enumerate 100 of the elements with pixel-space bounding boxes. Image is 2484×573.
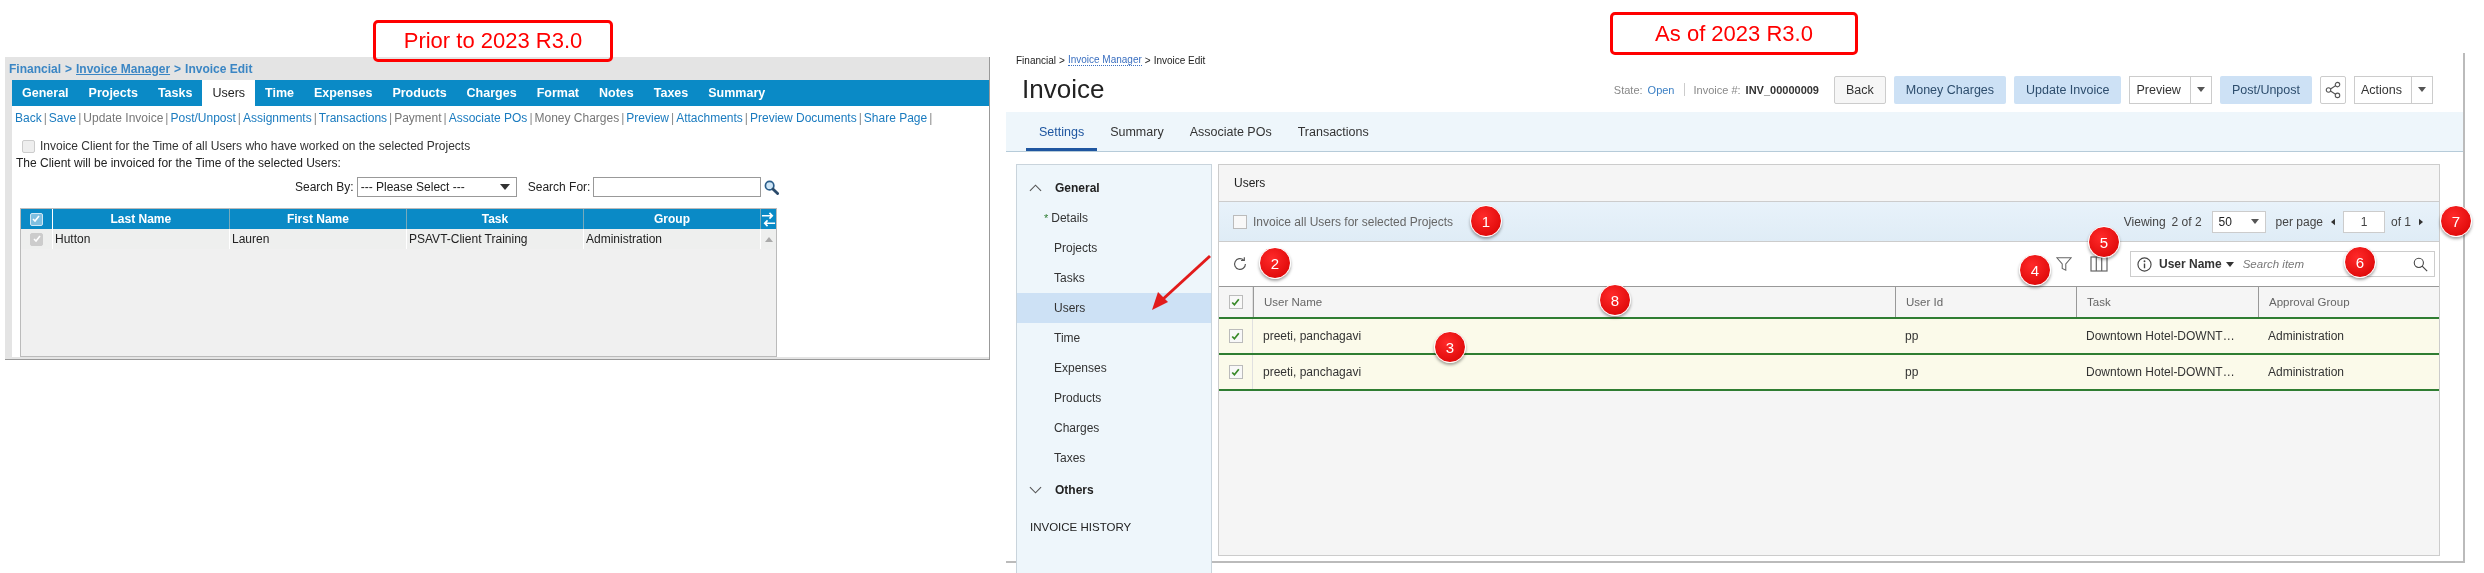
invoice-number: INV_00000009 [1745,83,1819,96]
table-cell: PSAVT-Client Training [407,229,584,249]
checkbox[interactable] [1233,214,1247,229]
caret-icon[interactable] [2225,261,2234,267]
column-header[interactable]: User Id [1895,287,2076,317]
table-cell: Administration [2268,365,2345,379]
search-by-label: Search By: [295,180,354,194]
sidebar-item[interactable]: Charges [1017,413,1211,443]
tab[interactable]: Users [202,80,256,106]
tab[interactable]: Settings [1026,112,1098,151]
sidebar-item[interactable]: * Details [1017,203,1211,233]
chevron-icon[interactable] [1029,486,1042,494]
row-checkbox[interactable] [1228,329,1243,343]
action-link[interactable]: Share Page [863,111,928,125]
row-checkbox[interactable] [30,232,43,246]
tab[interactable]: Expenses [304,80,383,106]
previous-page-icon[interactable] [2331,217,2335,226]
version-label: Prior to 2023 R3.0 [373,20,613,62]
select-all-checkbox[interactable] [1228,295,1243,309]
tab[interactable]: Summary [1097,112,1177,151]
search-by-select[interactable]: --- Please Select --- [356,177,517,197]
tab[interactable]: Notes [589,80,644,106]
link-separator: | [443,111,447,125]
sidebar-item[interactable]: Users [1017,293,1211,323]
group-title[interactable]: Others [1055,483,1094,497]
tab[interactable]: Transactions [1284,112,1382,151]
page-size-select[interactable]: 50 [2211,210,2266,233]
action-button[interactable]: Update Invoice [2014,75,2122,104]
instruction-text: The Client will be invoiced for the Time of the selected Users: [15,155,342,172]
breadcrumb-separator: > [174,61,182,76]
group-title[interactable]: General [1055,181,1100,195]
tab[interactable]: Products [382,80,457,106]
action-link[interactable]: Attachments [676,111,743,125]
caret-icon[interactable] [499,184,510,190]
link-separator: | [529,111,533,125]
action-link[interactable]: Transactions [318,111,388,125]
state-label: State: [1613,83,1643,96]
checkbox-label: Invoice Client for the Time of all Users who have worked on the selected Projects [40,139,471,153]
row-checkbox[interactable] [1228,365,1243,379]
action-link[interactable]: Post/Unpost [170,111,236,125]
link-separator: | [929,111,933,125]
search-field[interactable] [593,177,762,197]
sidebar-item[interactable]: Time [1017,323,1211,353]
table-cell: Downtown Hotel-DOWNT… [2086,329,2235,343]
action-link[interactable]: Preview [626,111,670,125]
action-link[interactable]: Back [15,111,42,125]
section-title[interactable]: INVOICE HISTORY [1017,521,1211,533]
tab[interactable]: Associate POs [1176,112,1285,151]
refresh-icon[interactable] [1231,255,1249,273]
breadcrumb-link[interactable]: Invoice Manager [76,61,171,76]
column-header[interactable]: Task [2076,287,2258,317]
breadcrumb-item: Invoice Edit [185,61,253,76]
tab[interactable]: Tasks [147,80,203,106]
filter-icon[interactable] [2056,256,2072,272]
table-cell: Administration [2268,329,2345,343]
back-button[interactable]: Back [1834,75,1886,104]
table-cell: Downtown Hotel-DOWNT… [2086,365,2235,379]
caret-icon[interactable] [2250,219,2259,224]
sidebar-item[interactable]: Products [1017,383,1211,413]
action-link[interactable]: Preview Documents [750,111,857,125]
page-count: of 1 [2391,214,2411,229]
link-separator: | [389,111,393,125]
tab[interactable]: Summary [698,80,776,106]
tab[interactable]: Taxes [643,80,699,106]
sidebar-item[interactable]: Taxes [1017,443,1211,473]
columns-icon[interactable] [2090,255,2108,273]
link-separator: | [165,111,169,125]
info-icon[interactable] [2137,256,2152,272]
action-link[interactable]: Associate POs [448,111,528,125]
search-field-select[interactable]: User Name [2156,257,2237,271]
swap-icon[interactable] [761,211,776,227]
tab[interactable]: Format [526,80,589,106]
next-page-icon[interactable] [2419,217,2423,226]
action-button[interactable]: Post/Unpost [2219,75,2312,104]
page-title: Invoice [1022,74,1105,105]
breadcrumb-link[interactable]: Invoice Manager [1067,54,1142,66]
tab[interactable]: Projects [78,80,148,106]
action-link[interactable]: Save [48,111,77,125]
tab[interactable]: General [12,80,79,106]
sidebar-item[interactable]: Tasks [1017,263,1211,293]
search-icon[interactable] [764,179,780,195]
caret-icon[interactable] [2418,87,2426,92]
share-button[interactable] [2320,75,2346,104]
page-input[interactable]: 1 [2343,210,2385,233]
sidebar-item[interactable]: Expenses [1017,353,1211,383]
table-cell: pp [1905,329,1919,343]
tab[interactable]: Charges [456,80,527,106]
search-icon[interactable] [2413,256,2428,272]
link-separator: | [671,111,675,125]
chevron-icon[interactable] [1029,184,1042,192]
action-link[interactable]: Assignments [243,111,312,125]
caret-icon[interactable] [2196,87,2205,92]
action-button[interactable]: Money Charges [1893,75,2007,104]
tab[interactable]: Time [255,80,305,106]
search-for-label: Search For: [527,180,591,194]
column-header[interactable]: Approval Group [2258,287,2439,317]
link-separator: | [78,111,82,125]
table-cell: Administration [584,229,761,249]
table-row[interactable]: preeti, panchagavi pp Downtown Hotel-DOWNT… Administration [1219,355,2439,391]
sidebar-item[interactable]: Projects [1017,233,1211,263]
